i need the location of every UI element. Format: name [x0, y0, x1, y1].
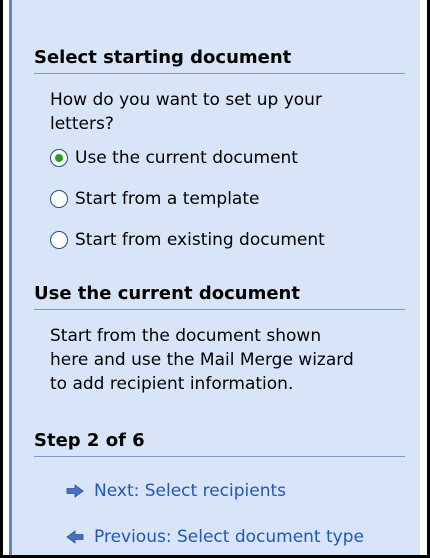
previous-link-label[interactable]: Previous: Select document type [94, 527, 364, 547]
section-divider [34, 73, 405, 74]
mail-merge-task-pane-screenshot: Select starting document How do you want… [0, 0, 430, 558]
description-line-1: Start from the document shown [50, 326, 322, 346]
radio-unselected-icon[interactable] [50, 190, 68, 208]
task-pane-left-edge [9, 0, 12, 555]
section-divider [34, 456, 405, 457]
radio-option-start-from-template[interactable]: Start from a template [50, 186, 259, 212]
radio-label: Use the current document [75, 148, 298, 168]
previous-select-document-type-link[interactable]: Previous: Select document type [66, 524, 364, 550]
frame-left-border [0, 0, 3, 558]
section-title-use-current-document: Use the current document [34, 283, 300, 304]
radio-label: Start from a template [75, 189, 260, 209]
section-divider [34, 309, 405, 310]
next-select-recipients-link[interactable]: Next: Select recipients [66, 478, 286, 504]
question-line-1: How do you want to set up your [50, 90, 322, 110]
section-title-select-starting-document: Select starting document [34, 47, 292, 68]
radio-option-use-current-document[interactable]: Use the current document [50, 145, 298, 171]
radio-unselected-icon[interactable] [50, 231, 68, 249]
next-link-label[interactable]: Next: Select recipients [94, 481, 286, 501]
arrow-left-icon [66, 530, 84, 544]
radio-dot-icon [55, 154, 63, 162]
mail-merge-task-pane [9, 0, 420, 555]
radio-label: Start from existing document [75, 230, 325, 250]
description-line-2: here and use the Mail Merge wizard [50, 350, 354, 370]
description-line-3: to add recipient information. [50, 374, 294, 394]
radio-option-start-from-existing-document[interactable]: Start from existing document [50, 227, 325, 253]
radio-selected-icon[interactable] [50, 149, 68, 167]
question-line-2: letters? [50, 114, 114, 134]
arrow-right-icon [66, 484, 84, 498]
section-title-step: Step 2 of 6 [34, 430, 145, 451]
